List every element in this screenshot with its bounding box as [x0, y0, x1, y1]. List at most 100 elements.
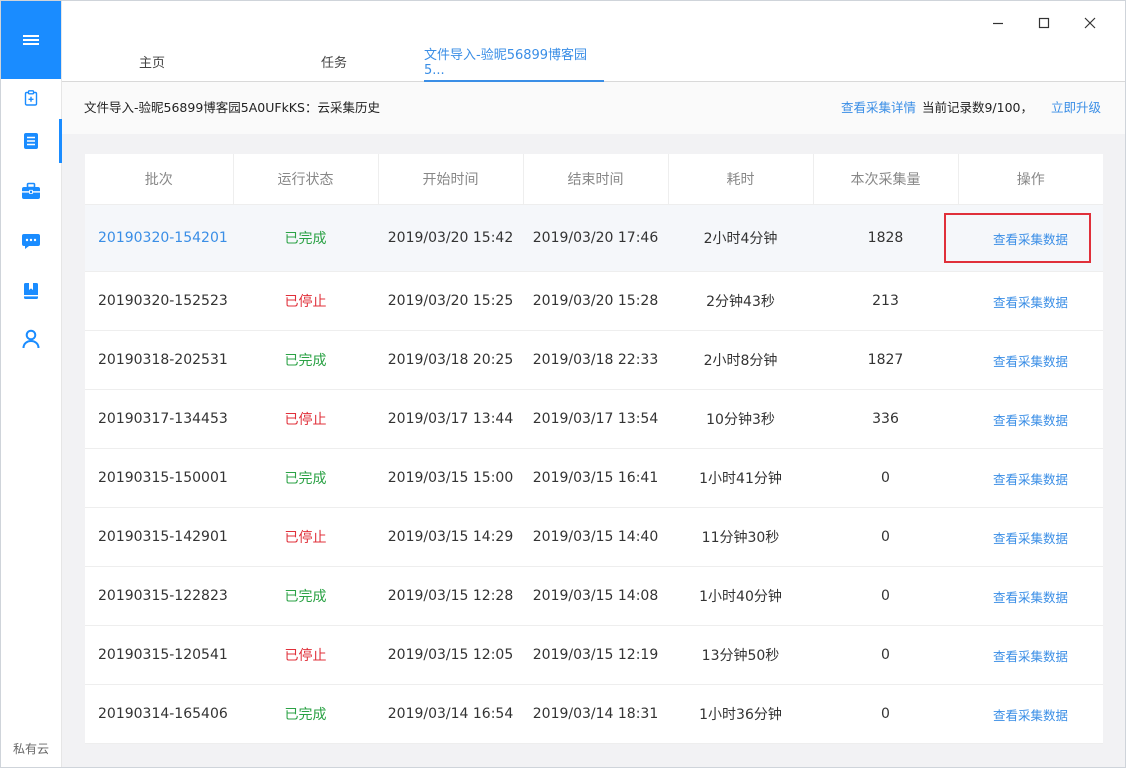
start-time-cell: 2019/03/17 13:44: [378, 389, 523, 449]
minimize-button[interactable]: [975, 11, 1021, 35]
batch-cell: 20190318-202531: [85, 330, 233, 390]
bookmark-icon: [24, 283, 38, 299]
action-cell: 查看采集数据: [958, 271, 1103, 331]
status-badge: 已完成: [284, 707, 327, 723]
minimize-icon: [993, 22, 1003, 25]
table-row[interactable]: 20190320-152523 已停止 2019/03/20 15:25 2019/0…: [85, 271, 1103, 331]
status-badge: 已停止: [284, 530, 327, 546]
sidebar-footer-private-cloud[interactable]: 私有云: [1, 740, 61, 757]
table-row[interactable]: 20190320-154201 已完成 2019/03/20 15:42 2019/0…: [85, 204, 1103, 272]
status-cell: 已停止: [233, 507, 378, 567]
user-icon: [22, 329, 40, 349]
sidebar-item-messages[interactable]: [1, 219, 61, 263]
amount-cell: 0: [813, 507, 958, 567]
view-data-link[interactable]: 查看采集数据: [993, 590, 1068, 605]
duration-cell: 10分钟3秒: [668, 389, 813, 449]
batch-cell: 20190315-150001: [85, 448, 233, 508]
page-header: 文件导入-验昵56899博客园5A0UFkKS：云采集历史 查看采集详情 当前记…: [62, 82, 1125, 134]
duration-cell: 1小时41分钟: [668, 448, 813, 508]
view-data-link[interactable]: 查看采集数据: [993, 531, 1068, 546]
action-cell: 查看采集数据: [958, 448, 1103, 508]
batch-cell: 20190320-154201: [85, 204, 233, 272]
table-row[interactable]: 20190315-122823 已完成 2019/03/15 12:28 2019/0…: [85, 566, 1103, 626]
end-time-cell: 2019/03/17 13:54: [523, 389, 668, 449]
start-time-cell: 2019/03/15 14:29: [378, 507, 523, 567]
start-time-cell: 2019/03/15 15:00: [378, 448, 523, 508]
view-details-link[interactable]: 查看采集详情: [841, 82, 916, 134]
start-time-cell: 2019/03/20 15:42: [378, 204, 523, 272]
tab-home[interactable]: 主页: [62, 41, 242, 81]
table-row[interactable]: 20190314-165406 已完成 2019/03/14 16:54 2019/0…: [85, 684, 1103, 744]
amount-cell: 1828: [813, 204, 958, 272]
sidebar-item-tasks[interactable]: [1, 119, 62, 163]
batch-cell: 20190315-142901: [85, 507, 233, 567]
status-cell: 已完成: [233, 448, 378, 508]
start-time-cell: 2019/03/20 15:25: [378, 271, 523, 331]
batch-cell: 20190320-152523: [85, 271, 233, 331]
page-title: 文件导入-验昵56899博客园5A0UFkKS：云采集历史: [84, 100, 380, 115]
table-row[interactable]: 20190318-202531 已完成 2019/03/18 20:25 2019/0…: [85, 330, 1103, 390]
view-data-link[interactable]: 查看采集数据: [993, 295, 1068, 310]
maximize-icon: [1038, 17, 1050, 29]
header-actions: 查看采集详情 当前记录数9/100， 立即升级: [841, 82, 1101, 134]
end-time-cell: 2019/03/20 17:46: [523, 204, 668, 272]
amount-cell: 1827: [813, 330, 958, 390]
header-action: 操作: [958, 154, 1103, 205]
sidebar-item-account[interactable]: [1, 317, 61, 361]
history-table-card: 批次 运行状态 开始时间 结束时间 耗时 本次采集量 操作 20190320-1…: [85, 154, 1103, 744]
table-header-row: 批次 运行状态 开始时间 结束时间 耗时 本次采集量 操作: [85, 154, 1103, 205]
view-data-link[interactable]: 查看采集数据: [993, 413, 1068, 428]
sidebar-item-guide[interactable]: [1, 269, 61, 313]
clipboard-icon: [24, 90, 38, 106]
action-cell: 查看采集数据: [958, 507, 1103, 567]
status-badge: 已完成: [284, 353, 327, 369]
duration-cell: 11分钟30秒: [668, 507, 813, 567]
sidebar-item-jobs[interactable]: [1, 169, 61, 213]
sidebar-item-new-task[interactable]: [1, 79, 61, 117]
view-data-link[interactable]: 查看采集数据: [993, 472, 1068, 487]
status-badge: 已完成: [284, 231, 327, 247]
hamburger-icon: [23, 35, 39, 45]
status-cell: 已停止: [233, 625, 378, 685]
history-table: 批次 运行状态 开始时间 结束时间 耗时 本次采集量 操作 20190320-1…: [85, 154, 1103, 744]
app-window: 私有云 主页 任务 文件导入-验昵56899博客园5... 文件导入-验昵568…: [0, 0, 1126, 768]
status-cell: 已完成: [233, 204, 378, 272]
amount-cell: 213: [813, 271, 958, 331]
header-status: 运行状态: [233, 154, 379, 205]
table-row[interactable]: 20190315-120541 已停止 2019/03/15 12:05 2019/0…: [85, 625, 1103, 685]
table-row[interactable]: 20190315-142901 已停止 2019/03/15 14:29 2019/0…: [85, 507, 1103, 567]
close-icon: [1084, 17, 1096, 29]
table-row[interactable]: 20190315-150001 已完成 2019/03/15 15:00 2019/0…: [85, 448, 1103, 508]
table-row[interactable]: 20190317-134453 已停止 2019/03/17 13:44 2019/0…: [85, 389, 1103, 449]
view-data-link[interactable]: 查看采集数据: [993, 354, 1068, 369]
status-badge: 已停止: [284, 294, 327, 310]
header-duration: 耗时: [668, 154, 814, 205]
close-button[interactable]: [1067, 11, 1113, 35]
maximize-button[interactable]: [1021, 11, 1067, 35]
view-data-link[interactable]: 查看采集数据: [993, 649, 1068, 664]
status-cell: 已停止: [233, 389, 378, 449]
status-badge: 已完成: [284, 589, 327, 605]
end-time-cell: 2019/03/18 22:33: [523, 330, 668, 390]
action-cell: 查看采集数据: [958, 684, 1103, 744]
tab-file-import[interactable]: 文件导入-验昵56899博客园5...: [424, 41, 604, 82]
view-data-link[interactable]: 查看采集数据: [993, 232, 1068, 247]
amount-cell: 0: [813, 625, 958, 685]
window-controls: [975, 11, 1113, 35]
status-cell: 已完成: [233, 330, 378, 390]
tab-tasks[interactable]: 任务: [242, 41, 426, 81]
end-time-cell: 2019/03/15 14:40: [523, 507, 668, 567]
upgrade-link[interactable]: 立即升级: [1051, 82, 1101, 134]
tab-bar: 主页 任务 文件导入-验昵56899博客园5...: [62, 41, 1125, 82]
view-data-link[interactable]: 查看采集数据: [993, 708, 1068, 723]
action-cell: 查看采集数据: [958, 566, 1103, 626]
amount-cell: 336: [813, 389, 958, 449]
batch-cell: 20190317-134453: [85, 389, 233, 449]
amount-cell: 0: [813, 448, 958, 508]
chat-icon: [22, 234, 40, 249]
action-cell: 查看采集数据: [958, 625, 1103, 685]
menu-button[interactable]: [1, 1, 61, 79]
end-time-cell: 2019/03/15 12:19: [523, 625, 668, 685]
header-amount: 本次采集量: [813, 154, 959, 205]
action-cell: 查看采集数据: [958, 204, 1103, 272]
